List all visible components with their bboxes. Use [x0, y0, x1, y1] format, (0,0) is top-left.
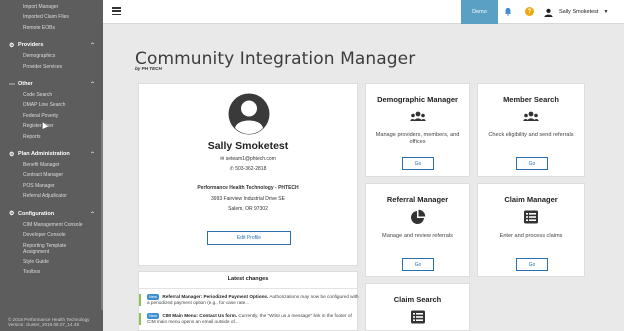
sidebar-section-label: Other — [18, 81, 33, 88]
demo-button[interactable]: Demo — [461, 0, 498, 24]
tile-description: Manage providers, members, and offices — [375, 132, 460, 145]
go-button[interactable]: Go — [402, 157, 434, 170]
page-subtitle: by PH TECH — [135, 66, 162, 71]
news-title: Referral Manager: Periodized Payment Opt… — [162, 294, 269, 299]
sidebar-scrollbar[interactable] — [101, 120, 103, 310]
profile-phone: 503-362-2818 — [235, 166, 267, 172]
sidebar-item-pos-manager[interactable]: POS Manager — [0, 181, 103, 191]
tile-title: Demographic Manager — [377, 95, 458, 104]
top-bar: Demo ? Sally Smoketest ▼ — [103, 0, 624, 24]
gear-icon: ⚙ — [9, 42, 15, 49]
envelope-icon: ✉ — [220, 156, 225, 162]
hamburger-menu-icon[interactable] — [112, 7, 121, 15]
member-search-tile: Member Search Check eligibility and send… — [477, 83, 585, 177]
tile-title: Claim Search — [393, 295, 442, 304]
sidebar-section-other[interactable]: ⋯ Other ⌃ — [0, 78, 103, 90]
go-button[interactable]: Go — [402, 258, 434, 271]
latest-changes-card: Latest changes New Referral Manager: Per… — [138, 271, 359, 331]
sidebar-item-dmap-line-search[interactable]: DMAP Line Search — [0, 100, 103, 110]
tile-title: Referral Manager — [386, 195, 449, 204]
list-icon — [524, 210, 538, 224]
profile-card: Sally Smoketest ✉ seteam1@phtech.com ✆ 5… — [138, 83, 358, 266]
sidebar-section-label: Providers — [18, 42, 44, 49]
profile-organization: Performance Health Technology - PHTECH — [197, 185, 299, 191]
list-icon — [410, 310, 425, 324]
sidebar-section-plan-administration[interactable]: ⚙ Plan Administration ⌃ — [0, 148, 103, 160]
news-title: CIM Main Menu: Contact Us form. — [162, 313, 238, 318]
sidebar: Import Manager Imported Claim Files Remo… — [0, 0, 103, 331]
version-text: Version: cluster_2018.08.07_14.48 — [8, 322, 80, 328]
demographic-manager-tile: Demographic Manager Manage providers, me… — [365, 83, 470, 177]
dots-icon: ⋯ — [9, 81, 15, 88]
sidebar-item-benefit-manager[interactable]: Benefit Manager — [0, 160, 103, 170]
profile-phone-row: ✆ 503-362-2818 — [139, 166, 357, 172]
tile-description: Check eligibility and send referrals — [488, 132, 574, 138]
sidebar-section-label: Configuration — [18, 210, 55, 217]
profile-address-line1: 3993 Fairview Industrial Drive SE — [211, 196, 285, 202]
sidebar-item-import-manager[interactable]: Import Manager — [0, 2, 103, 12]
sidebar-item-reporting-template-assignment[interactable]: Reporting Template Assignment — [0, 241, 80, 257]
sidebar-section-configuration[interactable]: ⚙ Configuration ⌃ — [0, 208, 103, 220]
chevron-up-icon: ⌃ — [89, 152, 95, 159]
sidebar-item-contract-manager[interactable]: Contract Manager — [0, 170, 103, 180]
profile-address-line2: Salem, OR 97302 — [228, 206, 268, 212]
profile-email-row: ✉ seteam1@phtech.com — [139, 156, 357, 162]
news-item[interactable]: New CIM Main Menu: Contact Us form. Curr… — [139, 313, 359, 326]
profile-name: Sally Smoketest — [207, 140, 289, 152]
sidebar-item-demographics[interactable]: Demographics — [0, 51, 103, 61]
claim-manager-tile: Claim Manager Enter and process claims G… — [477, 183, 585, 277]
chevron-up-icon: ⌃ — [89, 43, 95, 50]
user-menu[interactable]: Sally Smoketest ▼ — [544, 0, 608, 24]
sidebar-section-label: Plan Administration — [18, 151, 70, 158]
tile-description: Manage and review referrals — [382, 233, 453, 239]
sidebar-item-style-guide[interactable]: Style Guide — [0, 257, 103, 267]
gear-icon: ⚙ — [9, 211, 15, 218]
news-item[interactable]: New Referral Manager: Periodized Payment… — [139, 294, 359, 307]
sidebar-item-developer-console[interactable]: Developer Console — [0, 230, 103, 240]
go-button[interactable]: Go — [516, 157, 548, 170]
sidebar-item-provider-services[interactable]: Provider Services — [0, 62, 103, 72]
sidebar-item-toolbox[interactable]: Toolbox — [0, 267, 103, 277]
sidebar-item-reports[interactable]: Reports — [0, 132, 103, 142]
sidebar-item-remote-eobs[interactable]: Remote EOBs — [0, 23, 103, 33]
sidebar-item-referral-adjudicator[interactable]: Referral Adjudicator — [0, 191, 103, 201]
latest-changes-heading: Latest changes — [227, 276, 269, 282]
sidebar-item-federal-poverty[interactable]: Federal Poverty — [0, 111, 103, 121]
sidebar-item-code-search[interactable]: Code Search — [0, 90, 103, 100]
sidebar-item-register-user[interactable]: Register User — [0, 121, 103, 131]
people-icon — [523, 111, 539, 121]
referral-manager-tile: Referral Manager Manage and review refer… — [365, 183, 470, 277]
sidebar-section-providers[interactable]: ⚙ Providers ⌃ — [0, 39, 103, 51]
chevron-up-icon: ⌃ — [89, 82, 95, 89]
avatar — [228, 93, 270, 135]
gear-icon: ⚙ — [9, 151, 15, 158]
bell-icon[interactable] — [504, 7, 512, 16]
page-title: Community Integration Manager — [135, 49, 416, 69]
sidebar-item-cim-management-console[interactable]: CIM Management Console — [0, 220, 103, 230]
go-button[interactable]: Go — [516, 258, 548, 271]
help-icon[interactable]: ? — [525, 7, 534, 16]
user-name: Sally Smoketest — [559, 9, 599, 15]
tile-title: Member Search — [503, 95, 559, 104]
claim-search-tile: Claim Search — [365, 283, 470, 331]
tile-title: Claim Manager — [504, 195, 558, 204]
user-avatar-icon — [544, 8, 553, 17]
profile-email: seteam1@phtech.com — [225, 156, 276, 162]
tile-description: Enter and process claims — [499, 233, 563, 239]
divider — [139, 288, 357, 289]
pie-chart-icon — [410, 209, 425, 224]
phone-icon: ✆ — [229, 166, 234, 172]
caret-down-icon: ▼ — [603, 9, 609, 15]
edit-profile-button[interactable]: Edit Profile — [207, 231, 291, 245]
chevron-up-icon: ⌃ — [89, 211, 95, 218]
sidebar-item-imported-claim-files[interactable]: Imported Claim Files — [0, 12, 103, 22]
people-icon — [409, 111, 426, 121]
sidebar-footer: © 2018 Performance Health Technology Ver… — [8, 317, 100, 328]
